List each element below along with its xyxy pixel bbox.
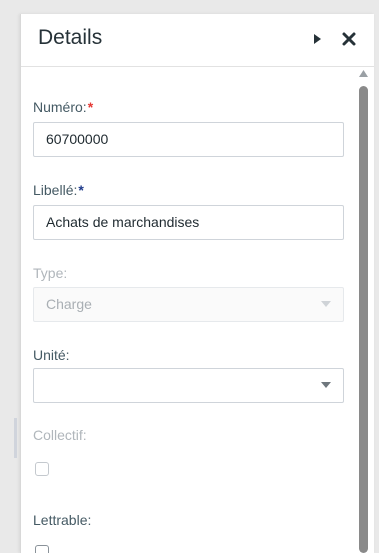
scrollbar-thumb[interactable] [359,86,368,553]
caret-right-icon[interactable] [306,28,328,50]
chevron-down-icon [321,301,331,307]
numero-label: Numéro:* [33,99,94,115]
unite-label: Unité: [33,347,70,363]
unite-select[interactable] [33,368,344,403]
details-panel: Details Numéro:* 60700000 Libellé:* Acha… [20,14,374,553]
numero-input[interactable]: 60700000 [33,122,344,157]
libelle-input[interactable]: Achats de marchandises [33,205,344,240]
collectif-checkbox [35,462,49,476]
scroll-up-icon[interactable] [359,70,368,77]
libelle-label: Libellé:* [33,182,84,198]
collectif-label: Collectif: [33,427,87,443]
panel-body: Numéro:* 60700000 Libellé:* Achats de ma… [21,67,374,553]
vertical-scrollbar[interactable] [355,67,371,553]
left-edge-marker [14,418,17,458]
lettrable-checkbox[interactable] [35,545,49,553]
lettrable-label: Lettrable: [33,512,92,528]
panel-header: Details [21,14,374,67]
close-icon[interactable] [338,28,360,50]
panel-title: Details [38,26,103,49]
type-label: Type: [33,265,68,281]
type-select: Charge [33,287,344,322]
chevron-down-icon [321,382,331,388]
